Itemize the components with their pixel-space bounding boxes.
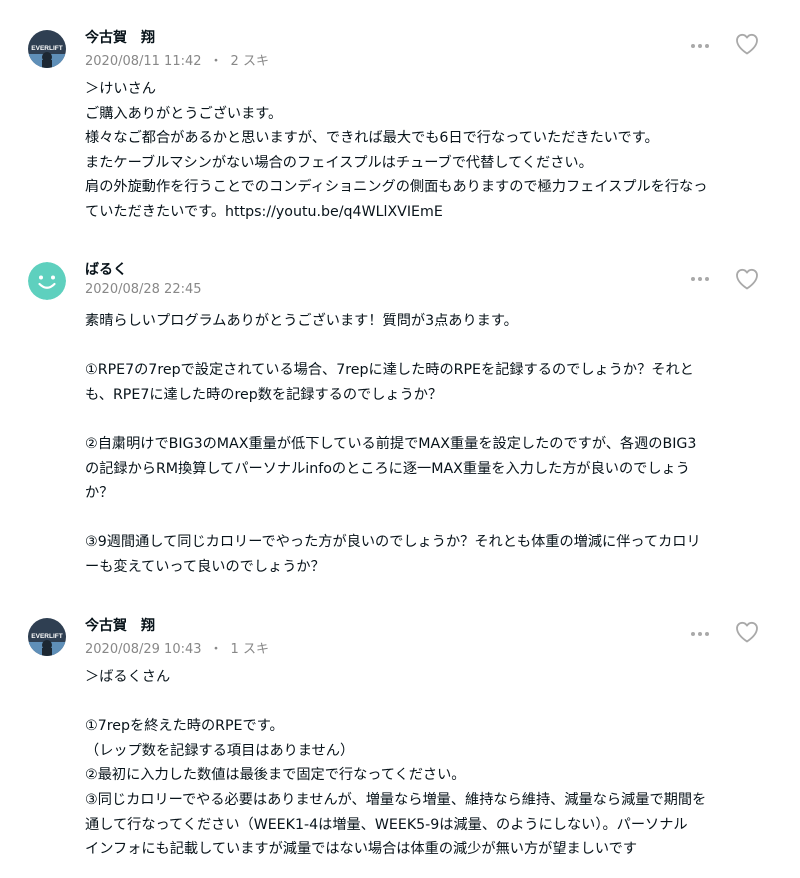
- heart-outline-icon[interactable]: [733, 265, 761, 293]
- comment-meta: 2020/08/29 10:43 ・ 1 スキ: [85, 638, 269, 657]
- smiley-face-icon: [28, 262, 66, 300]
- comment-author[interactable]: ばるく: [85, 259, 127, 279]
- comment-date: 2020/08/29 10:43: [85, 642, 202, 657]
- comment-line: 肩の外旋動作を行うことでのコンディショニングの側面もありますので極力フェイスプル…: [85, 179, 708, 196]
- comment-line: インフォにも記載していますが減量ではない場合は体重の減少が無い方が望ましいです: [85, 841, 638, 858]
- comment-line: も、RPE7に達した時のrep数を記録するのでしょうか？: [85, 386, 443, 403]
- comment-line: [85, 690, 761, 715]
- comment-line: ＞ばるくさん: [85, 669, 171, 685]
- heart-outline-icon[interactable]: [733, 30, 761, 58]
- comment-body: 素晴らしいプログラムありがとうございます！質問が3点あります。 ①RPE7の7r…: [85, 309, 761, 580]
- comment-line: ①7repを終えた時のRPEです。: [85, 718, 284, 735]
- comment-date: 2020/08/11 11:42: [85, 54, 202, 69]
- comment-author[interactable]: 今古賀 翔: [85, 615, 155, 635]
- avatar[interactable]: [28, 262, 66, 300]
- comment-line: の記録からRM換算してパーソナルinfoのところに逐一MAX重量を入力した方が良…: [85, 460, 690, 477]
- comment-line: 素晴らしいプログラムありがとうございます！質問が3点あります。: [85, 313, 518, 329]
- comment-line: か？: [85, 485, 114, 502]
- comment-line: （レップ数を記録する項目はありません）: [85, 742, 355, 759]
- like-count[interactable]: 1 スキ: [231, 642, 269, 657]
- comment-line: 通して行なってください（WEEK1-4は増量、WEEK5-9は減量、のようにしな…: [85, 816, 688, 833]
- comment-line: ーも変えていって良いのでしょうか？: [85, 558, 325, 575]
- comment-line: ③9週間通して同じカロリーでやった方が良いのでしょうか？それとも体重の増減に伴っ…: [85, 534, 701, 551]
- comment-line: [85, 506, 761, 531]
- like-count[interactable]: 2 スキ: [231, 54, 269, 69]
- avatar[interactable]: EVERLIFT: [28, 30, 66, 68]
- meta-separator: ・: [209, 54, 223, 69]
- avatar[interactable]: EVERLIFT: [28, 618, 66, 656]
- heart-outline-icon[interactable]: [733, 618, 761, 646]
- comment-body: ＞ばるくさん ①7repを終えた時のRPEです。 （レップ数を記録する項目はあり…: [85, 665, 761, 862]
- avatar-logo-text: EVERLIFT: [31, 45, 62, 52]
- comment-line: またケーブルマシンがない場合のフェイスプルはチューブで代替してください。: [85, 154, 593, 171]
- comment-line: ②最初に入力した数値は最後まで固定で行なってください。: [85, 767, 466, 784]
- comment-date: 2020/08/28 22:45: [85, 282, 202, 297]
- more-horizontal-icon[interactable]: [689, 34, 711, 58]
- everlift-logo-icon: EVERLIFT: [28, 30, 66, 68]
- meta-separator: ・: [209, 642, 223, 657]
- everlift-logo-icon: EVERLIFT: [28, 618, 66, 656]
- comment-line: ＞けいさん: [85, 81, 156, 97]
- comment-line: ①RPE7の7repで設定されている場合、7repに達した時のRPEを記録するの…: [85, 362, 694, 379]
- youtube-link[interactable]: https://youtu.be/q4WLlXVIEmE: [225, 204, 443, 220]
- comment-meta: 2020/08/28 22:45: [85, 282, 202, 297]
- comment-line: ていただきたいです。: [85, 203, 226, 220]
- comment-author[interactable]: 今古賀 翔: [85, 27, 155, 47]
- comment-line: ②自粛明けでBIG3のMAX重量が低下している前提でMAX重量を設定したのですが…: [85, 435, 697, 452]
- comment-line: ご購入ありがとうございます。: [85, 105, 283, 122]
- comment-line-with-link: ていただきたいです。https://youtu.be/q4WLlXVIEmE: [85, 200, 761, 225]
- comment-line: [85, 334, 761, 359]
- comment-line: [85, 407, 761, 432]
- comment-line: 様々なご都合があるかと思いますが、できれば最大でも6日で行なっていただきたいです…: [85, 130, 659, 147]
- comment-line: ③同じカロリーでやる必要はありませんが、増量なら増量、維持なら維持、減量なら減量…: [85, 791, 707, 808]
- avatar-logo-text: EVERLIFT: [31, 633, 62, 640]
- comment-body: ＞けいさん ご購入ありがとうございます。 様々なご都合があるかと思いますが、でき…: [85, 77, 761, 225]
- more-horizontal-icon[interactable]: [689, 622, 711, 646]
- more-horizontal-icon[interactable]: [689, 267, 711, 291]
- comment-meta: 2020/08/11 11:42 ・ 2 スキ: [85, 50, 269, 69]
